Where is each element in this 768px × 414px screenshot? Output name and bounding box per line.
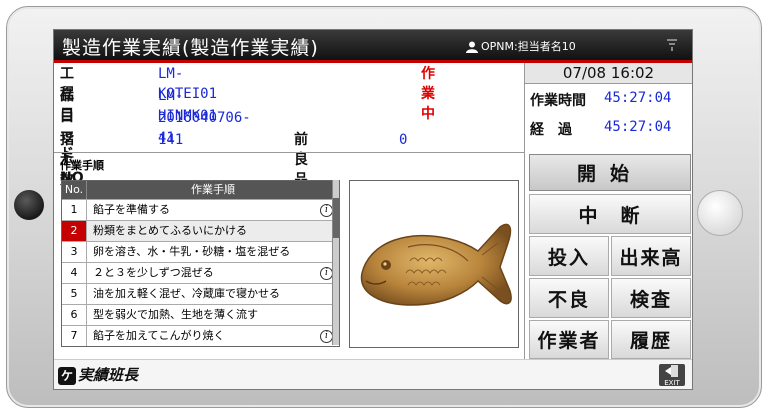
exit-label: EXIT (664, 379, 680, 387)
footer-bar: ケ実績班長 EXIT (54, 359, 692, 389)
work-info-panel: 工程コード LM-KOTEI01 作業中 品目 LM-HINMK01 ロットNO… (54, 63, 524, 188)
operator-label: OPNM:担当者名10 (466, 38, 576, 54)
step-no: 1 (62, 200, 87, 220)
output-button[interactable]: 出来高 (611, 236, 691, 276)
status-badge: 作業中 (421, 66, 435, 122)
step-no: 4 (62, 263, 87, 283)
table-header: No. 作業手順 (62, 181, 339, 199)
procedure-image (349, 180, 519, 348)
col-no-header: No. (62, 181, 87, 199)
logo-text: 実績班長 (78, 366, 139, 384)
step-name: 卵を溶き、水・牛乳・砂糖・塩を混ぜる (93, 245, 291, 258)
inspect-button[interactable]: 検査 (611, 278, 691, 318)
start-button[interactable]: 開始 (529, 154, 691, 191)
table-row[interactable]: 3 卵を溶き、水・牛乳・砂糖・塩を混ぜる (62, 241, 339, 262)
table-row[interactable]: 4 ２と３を少しずつ混ぜる i (62, 262, 339, 283)
step-name: 粉類をまとめてふるいにかける (93, 224, 247, 237)
app-title: 製造作業実績(製造作業実績) (62, 37, 319, 59)
step-no: 7 (62, 326, 87, 346)
instruction-qty-value: 141 (158, 132, 184, 148)
title-bar: 製造作業実績(製造作業実績) OPNM:担当者名10 (54, 30, 692, 60)
elapsed-label: 経 過 (530, 122, 572, 138)
prev-good-value: 0 (399, 132, 408, 148)
table-row[interactable]: 1 餡子を準備する i (62, 199, 339, 220)
work-time-label: 作業時間 (530, 93, 586, 109)
app-screen: 製造作業実績(製造作業実績) OPNM:担当者名10 工程コード LM-KOTE… (53, 29, 693, 390)
step-no: 6 (62, 305, 87, 325)
pause-button[interactable]: 中 断 (529, 194, 691, 234)
table-row[interactable]: 7 餡子を加えてこんがり焼く i (62, 325, 339, 346)
step-name: 型を弱火で加熱、生地を薄く流す (93, 308, 258, 321)
scrollbar-thumb[interactable] (333, 198, 339, 238)
divider (54, 152, 524, 153)
work-time-value: 45:27:04 (604, 90, 672, 106)
app-logo: ケ実績班長 (58, 364, 138, 386)
step-no: 3 (62, 242, 87, 262)
table-row[interactable]: 5 油を加え軽く混ぜ、冷蔵庫で寝かせる (62, 283, 339, 304)
scrollbar[interactable] (332, 180, 339, 345)
col-name-header: 作業手順 (191, 183, 235, 196)
procedure-section-label: 作業手順 (60, 159, 104, 172)
input-button[interactable]: 投入 (529, 236, 609, 276)
step-name: 餡子を準備する (93, 203, 170, 216)
worker-button[interactable]: 作業者 (529, 320, 609, 359)
elapsed-value: 45:27:04 (604, 119, 672, 135)
datetime: 07/08 16:02 (525, 63, 692, 84)
taiyaki-fish-image (360, 223, 512, 306)
procedure-table: No. 作業手順 1 餡子を準備する i 2 粉類をまとめてふるいにかける 3 卵… (61, 180, 340, 347)
history-button[interactable]: 履歴 (611, 320, 691, 359)
camera-icon (14, 190, 44, 220)
home-button[interactable] (697, 190, 743, 236)
table-row[interactable]: 6 型を弱火で加熱、生地を薄く流す (62, 304, 339, 325)
user-icon (466, 41, 478, 53)
signal-icon (667, 39, 677, 51)
logo-mark-icon: ケ (58, 366, 76, 385)
defect-button[interactable]: 不良 (529, 278, 609, 318)
operator-name: OPNM:担当者名10 (481, 40, 576, 53)
exit-icon (665, 365, 678, 377)
divider (524, 63, 525, 389)
step-name: 餡子を加えてこんがり焼く (93, 329, 225, 342)
step-name: 油を加え軽く混ぜ、冷蔵庫で寝かせる (93, 287, 280, 300)
step-name: ２と３を少しずつ混ぜる (93, 266, 214, 279)
step-no: 5 (62, 284, 87, 304)
step-no: 2 (62, 221, 87, 241)
table-row[interactable]: 2 粉類をまとめてふるいにかける (62, 220, 339, 241)
exit-button[interactable]: EXIT (659, 364, 685, 387)
